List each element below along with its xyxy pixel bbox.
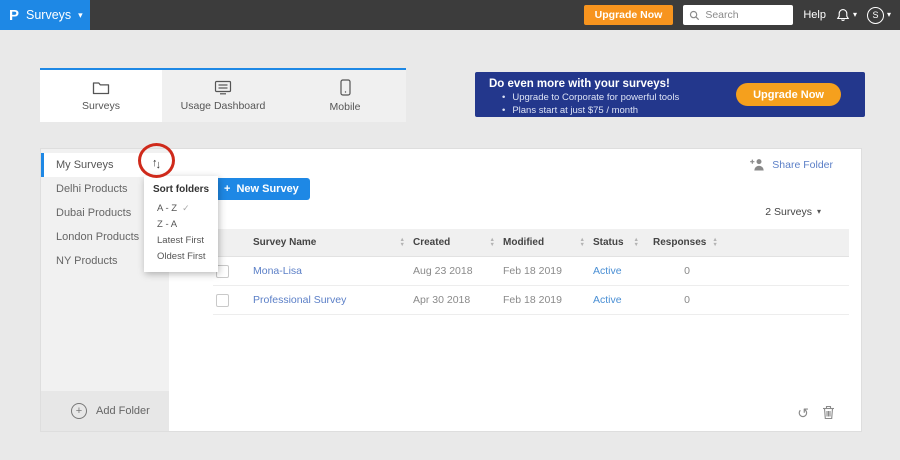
upgrade-now-button[interactable]: Upgrade Now bbox=[583, 5, 674, 25]
tab-label: Surveys bbox=[82, 99, 120, 112]
table-footer-actions: ↺ bbox=[797, 405, 835, 420]
sort-option-label: Z - A bbox=[157, 219, 178, 230]
sort-menu-title: Sort folders bbox=[153, 184, 210, 195]
trash-icon[interactable] bbox=[822, 405, 835, 420]
survey-count-dropdown[interactable]: 2 Surveys ▾ bbox=[765, 206, 821, 218]
new-survey-button[interactable]: + New Survey bbox=[213, 178, 310, 200]
promo-banner: Do even more with your surveys! • Upgrad… bbox=[475, 72, 865, 117]
sort-column-icon[interactable]: ▲ ▼ bbox=[580, 238, 585, 247]
view-tabs: Surveys Usage Dashboard Mobile bbox=[40, 68, 406, 122]
created-cell: Apr 30 2018 bbox=[413, 294, 471, 306]
sort-option-label: Oldest First bbox=[157, 251, 206, 262]
surveys-panel: My Surveys ↑↓ Delhi Products Dubai Produ… bbox=[40, 143, 862, 432]
add-person-icon bbox=[750, 158, 765, 171]
sort-option-latest-first[interactable]: Latest First bbox=[144, 230, 218, 246]
product-switcher-label: Surveys bbox=[26, 8, 72, 22]
annotation-circle bbox=[138, 143, 175, 178]
folder-label: My Surveys bbox=[56, 159, 114, 171]
share-folder-label: Share Folder bbox=[772, 158, 833, 171]
survey-link[interactable]: Mona-Lisa bbox=[253, 265, 302, 277]
topbar-actions: Upgrade Now Help ▾ S ▾ bbox=[583, 5, 900, 25]
sort-option-label: A - Z bbox=[157, 203, 178, 214]
folder-label: NY Products bbox=[56, 255, 118, 267]
row-checkbox[interactable] bbox=[216, 293, 229, 307]
status-cell: Active bbox=[593, 294, 622, 306]
table-row: Mona-Lisa Aug 23 2018 Feb 18 2019 Active… bbox=[213, 257, 849, 286]
banner-bullet-text: Upgrade to Corporate for powerful tools bbox=[512, 92, 680, 103]
responses-cell: 0 bbox=[684, 265, 690, 277]
folder-icon bbox=[92, 81, 110, 95]
help-link[interactable]: Help bbox=[803, 9, 826, 21]
chevron-down-icon: ▾ bbox=[852, 10, 857, 19]
table-row: Professional Survey Apr 30 2018 Feb 18 2… bbox=[213, 286, 849, 315]
account-menu[interactable]: S ▾ bbox=[866, 6, 891, 24]
bullet-icon: • bbox=[502, 92, 506, 103]
table-header: Survey Name ▲ ▼ Created ▲ ▼ Modified ▲ ▼ St… bbox=[213, 229, 849, 257]
plus-icon: + bbox=[224, 183, 231, 195]
column-modified: Modified bbox=[503, 237, 545, 248]
restore-icon[interactable]: ↺ bbox=[797, 406, 809, 420]
notifications-menu[interactable]: ▾ bbox=[836, 8, 857, 22]
avatar: S bbox=[866, 6, 884, 24]
column-created: Created bbox=[413, 237, 451, 248]
tab-usage-dashboard[interactable]: Usage Dashboard bbox=[162, 70, 284, 122]
add-folder-button[interactable]: + Add Folder bbox=[41, 391, 169, 431]
column-survey-name: Survey Name bbox=[253, 237, 317, 248]
folder-label: Dubai Products bbox=[56, 207, 132, 219]
sort-option-oldest-first[interactable]: Oldest First bbox=[144, 246, 218, 262]
folder-label: Delhi Products bbox=[56, 183, 128, 195]
search-box[interactable] bbox=[683, 5, 794, 25]
tab-label: Mobile bbox=[329, 101, 361, 113]
tab-surveys[interactable]: Surveys bbox=[40, 70, 162, 122]
new-survey-label: New Survey bbox=[236, 183, 299, 195]
banner-bullet-text: Plans start at just $75 / month bbox=[512, 105, 639, 116]
responses-cell: 0 bbox=[684, 294, 690, 306]
surveys-table: Survey Name ▲ ▼ Created ▲ ▼ Modified ▲ ▼ St… bbox=[213, 229, 849, 315]
bullet-icon: • bbox=[502, 105, 506, 116]
search-icon bbox=[689, 10, 700, 21]
mobile-icon bbox=[339, 79, 351, 96]
chevron-down-icon: ▾ bbox=[816, 207, 821, 216]
modified-cell: Feb 18 2019 bbox=[503, 294, 562, 306]
sort-column-icon[interactable]: ▲ ▼ bbox=[712, 238, 717, 247]
column-responses: Responses bbox=[653, 237, 707, 248]
created-cell: Aug 23 2018 bbox=[413, 265, 473, 277]
sort-folders-menu: Sort folders A - Z ✓ Z - A Latest First … bbox=[144, 176, 218, 272]
column-status: Status bbox=[593, 237, 624, 248]
product-switcher[interactable]: P Surveys ▾ bbox=[0, 0, 90, 30]
bell-icon bbox=[836, 8, 850, 22]
sort-option-z-a[interactable]: Z - A bbox=[144, 214, 218, 230]
survey-link[interactable]: Professional Survey bbox=[253, 294, 346, 306]
banner-upgrade-button[interactable]: Upgrade Now bbox=[736, 83, 841, 106]
banner-bullet: • Plans start at just $75 / month bbox=[489, 105, 865, 116]
chevron-down-icon: ▾ bbox=[886, 10, 891, 19]
survey-count-label: 2 Surveys bbox=[765, 206, 812, 218]
dashboard-icon bbox=[214, 80, 232, 95]
sort-column-icon[interactable]: ▲ ▼ bbox=[490, 238, 495, 247]
search-input[interactable] bbox=[705, 9, 788, 21]
sort-option-label: Latest First bbox=[157, 235, 204, 246]
sort-column-icon[interactable]: ▲ ▼ bbox=[634, 238, 639, 247]
proprofs-logo: P bbox=[9, 6, 20, 24]
check-icon: ✓ bbox=[182, 203, 190, 213]
folder-label: London Products bbox=[56, 231, 140, 243]
add-folder-label: Add Folder bbox=[96, 405, 150, 417]
tab-mobile[interactable]: Mobile bbox=[284, 70, 406, 122]
share-folder-button[interactable]: Share Folder bbox=[750, 158, 833, 171]
modified-cell: Feb 18 2019 bbox=[503, 265, 562, 277]
status-cell: Active bbox=[593, 265, 622, 277]
plus-circle-icon: + bbox=[71, 403, 87, 419]
sort-option-a-z[interactable]: A - Z ✓ bbox=[144, 198, 218, 214]
top-bar: P Surveys ▾ Upgrade Now Help ▾ S bbox=[0, 0, 900, 30]
sort-column-icon[interactable]: ▲ ▼ bbox=[400, 238, 405, 247]
chevron-down-icon: ▾ bbox=[78, 9, 83, 20]
tab-label: Usage Dashboard bbox=[180, 100, 266, 112]
